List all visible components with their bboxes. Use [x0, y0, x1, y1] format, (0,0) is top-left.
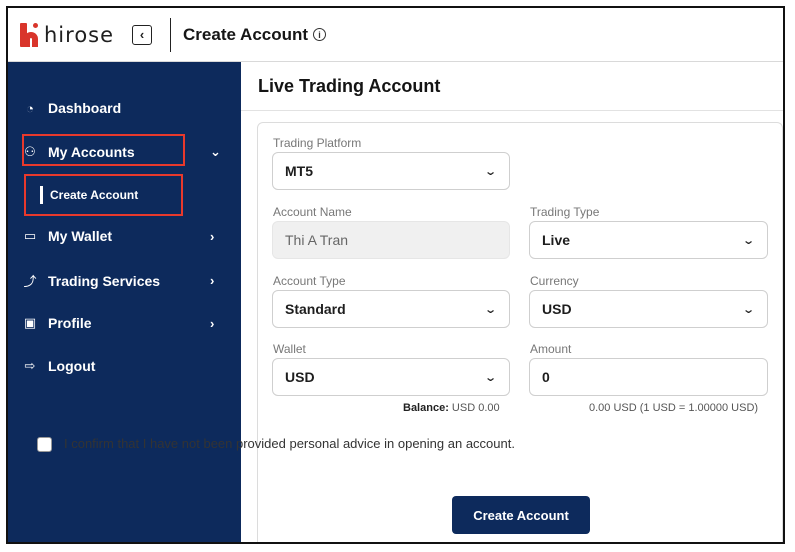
currency-label: Currency: [530, 274, 579, 288]
confirm-text: I confirm that I have not been provided …: [64, 436, 515, 451]
sidebar-item-logout[interactable]: ⇨ Logout: [22, 358, 96, 374]
dashboard-icon: ◔: [26, 100, 34, 116]
logo-mark-icon: [20, 22, 40, 47]
header-divider: [170, 17, 172, 52]
sidebar-item-label: Logout: [48, 358, 96, 374]
app-window: hirose ‹ Create Account i ◔ Dashboard ⚇ …: [6, 6, 785, 544]
account-name-label: Account Name: [273, 205, 352, 219]
chevron-right-icon: ›: [210, 228, 215, 244]
page-title: Create Account: [183, 24, 309, 44]
account-type-value: Standard: [285, 301, 346, 317]
sidebar-item-label: Dashboard: [48, 100, 122, 116]
profile-icon: ▣: [23, 315, 37, 330]
account-name-field: Thi A Tran: [272, 221, 510, 259]
balance-value: USD 0.00: [451, 402, 500, 414]
sidebar-item-label: Trading Services: [48, 272, 161, 289]
account-name-value: Thi A Tran: [285, 232, 349, 248]
confirm-advice: I confirm that I have not been provided …: [37, 435, 524, 453]
sidebar: ◔ Dashboard ⚇ My Accounts ⌄ Create Accou…: [8, 62, 241, 542]
trading-platform-select[interactable]: MT5 ⌄: [272, 152, 510, 190]
account-type-label: Account Type: [273, 274, 346, 288]
active-marker: [40, 186, 43, 204]
wallet-icon: ▭: [23, 228, 37, 243]
chevron-down-icon: ⌄: [741, 235, 755, 247]
sidebar-item-trading-services[interactable]: ⤴ Trading Services ›: [22, 271, 214, 290]
wallet-value: USD: [285, 369, 315, 385]
sidebar-collapse-button[interactable]: ‹: [132, 24, 153, 45]
chevron-down-icon: ⌄: [483, 304, 497, 316]
sidebar-item-label: My Wallet: [48, 228, 113, 244]
sidebar-item-profile[interactable]: ▣ Profile ›: [22, 315, 215, 331]
sidebar-subitem-label: Create Account: [50, 188, 139, 202]
top-header: hirose ‹ Create Account i: [8, 8, 783, 62]
trading-platform-value: MT5: [285, 163, 313, 179]
chevron-down-icon: ⌄: [483, 166, 497, 178]
currency-select[interactable]: USD ⌄: [529, 290, 768, 328]
chevron-left-icon: ‹: [139, 27, 145, 42]
sidebar-item-label: Profile: [48, 315, 92, 331]
sidebar-item-label: My Accounts: [48, 144, 135, 160]
info-icon[interactable]: i: [313, 28, 327, 41]
balance-label: Balance:: [403, 402, 449, 414]
chevron-right-icon: ›: [210, 273, 215, 288]
wallet-label: Wallet: [273, 342, 306, 356]
trading-type-select[interactable]: Live ⌄: [529, 221, 768, 259]
sidebar-subitem-create-account[interactable]: Create Account: [24, 174, 183, 216]
brand-logo[interactable]: hirose: [20, 20, 114, 50]
wallet-balance: Balance: USD 0.00: [403, 402, 500, 414]
section-title: Live Trading Account: [258, 76, 441, 96]
amount-input[interactable]: 0: [529, 358, 768, 396]
chevron-down-icon: ⌄: [210, 144, 221, 159]
trading-type-value: Live: [542, 232, 571, 248]
confirm-checkbox[interactable]: [37, 437, 52, 452]
trading-type-label: Trading Type: [530, 205, 600, 219]
sidebar-item-my-wallet[interactable]: ▭ My Wallet ›: [22, 228, 215, 244]
logo-text: hirose: [44, 22, 115, 47]
section-divider: [241, 110, 783, 111]
sidebar-item-my-accounts[interactable]: ⚇ My Accounts ⌄: [22, 144, 221, 160]
amount-label: Amount: [530, 342, 572, 356]
accounts-icon: ⚇: [24, 144, 36, 159]
chart-icon: ⤴: [23, 274, 37, 289]
sidebar-item-dashboard[interactable]: ◔ Dashboard: [22, 100, 121, 116]
create-account-button[interactable]: Create Account: [452, 496, 590, 534]
chevron-right-icon: ›: [210, 315, 215, 331]
currency-value: USD: [542, 301, 572, 317]
account-type-select[interactable]: Standard ⌄: [272, 290, 510, 328]
wallet-select[interactable]: USD ⌄: [272, 358, 510, 396]
logout-icon: ⇨: [24, 358, 36, 373]
trading-platform-label: Trading Platform: [273, 136, 362, 150]
conversion-note: 0.00 USD (1 USD = 1.00000 USD): [589, 402, 759, 414]
chevron-down-icon: ⌄: [741, 304, 755, 316]
chevron-down-icon: ⌄: [483, 372, 497, 384]
amount-value: 0: [542, 369, 550, 385]
